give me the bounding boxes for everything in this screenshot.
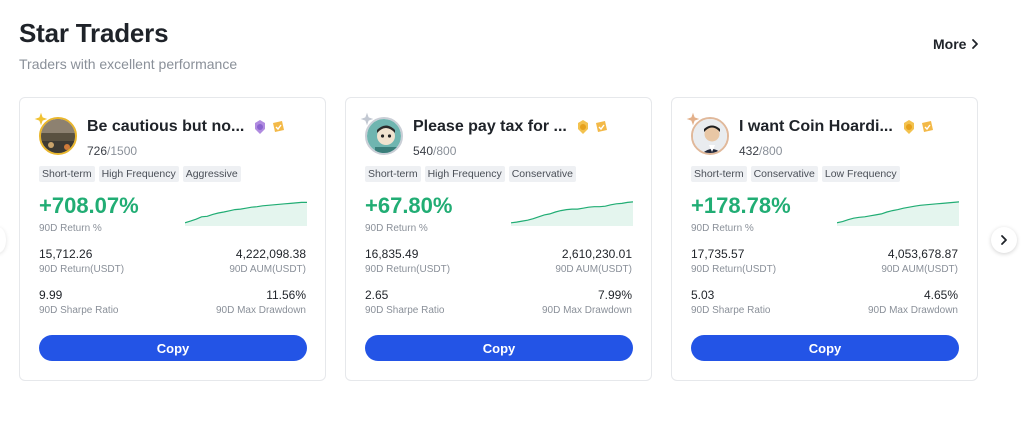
- copy-button[interactable]: Copy: [365, 335, 633, 361]
- star-icon: [685, 111, 701, 127]
- purple-medal-icon: [255, 120, 265, 134]
- follower-count: 726/1500: [87, 144, 137, 158]
- follower-count: 432/800: [739, 144, 782, 158]
- aum-label: 90D AUM(USDT): [881, 264, 958, 275]
- drawdown-label: 90D Max Drawdown: [215, 305, 306, 316]
- followers-current: 540: [413, 144, 434, 158]
- sparkline-area: [511, 201, 633, 226]
- star-icon: [33, 111, 49, 127]
- avatar[interactable]: [685, 111, 731, 157]
- copy-button[interactable]: Copy: [39, 335, 307, 361]
- return-usdt-label: 90D Return(USDT): [365, 264, 451, 275]
- tag-list: Short-term High Frequency Conservative: [365, 166, 576, 182]
- sparkline-chart: [511, 201, 633, 226]
- return-usdt-label: 90D Return(USDT): [39, 264, 125, 275]
- sparkline-chart: [837, 201, 959, 226]
- sparkline-chart: [185, 201, 307, 226]
- tag: Conservative: [508, 166, 576, 182]
- gold-medal-icon: [904, 120, 914, 134]
- gold-badge-icon: [596, 121, 607, 132]
- tag-list: Short-term Conservative Low Frequency: [691, 166, 900, 182]
- avatar[interactable]: [359, 111, 405, 157]
- avatar[interactable]: [33, 111, 79, 157]
- drawdown-value: 7.99%: [597, 288, 632, 302]
- return-percent: +708.07%: [39, 193, 139, 218]
- sharpe-value: 9.99: [39, 288, 63, 302]
- aum-label: 90D AUM(USDT): [555, 264, 632, 275]
- aum-value: 2,610,230.01: [561, 247, 632, 261]
- tag: Short-term: [39, 166, 95, 182]
- trader-card[interactable]: Please pay tax for ... 540/800 Short-ter…: [345, 97, 652, 381]
- return-usdt-label: 90D Return(USDT): [691, 264, 777, 275]
- copy-button[interactable]: Copy: [691, 335, 959, 361]
- sharpe-label: 90D Sharpe Ratio: [365, 305, 445, 316]
- chevron-right-icon: [1001, 235, 1007, 245]
- tag-list: Short-term High Frequency Aggressive: [39, 166, 241, 182]
- gold-badge-icon: [922, 121, 933, 132]
- tag: Conservative: [750, 166, 818, 182]
- sparkline-area: [837, 201, 959, 226]
- drawdown-label: 90D Max Drawdown: [867, 305, 958, 316]
- aum-value: 4,222,098.38: [235, 247, 306, 261]
- followers-max: /800: [759, 144, 783, 158]
- section-title: Star Traders: [19, 18, 169, 48]
- tag: Low Frequency: [821, 166, 900, 182]
- sharpe-value: 5.03: [691, 288, 715, 302]
- follower-count: 540/800: [413, 144, 456, 158]
- sharpe-label: 90D Sharpe Ratio: [39, 305, 119, 316]
- trader-name[interactable]: Please pay tax for ...: [413, 118, 567, 136]
- next-button[interactable]: [991, 227, 1017, 253]
- return-usdt-value: 17,735.57: [691, 247, 745, 261]
- tag: High Frequency: [424, 166, 505, 182]
- drawdown-value: 4.65%: [923, 288, 958, 302]
- followers-current: 726: [87, 144, 108, 158]
- aum-value: 4,053,678.87: [887, 247, 958, 261]
- chevron-right-icon: [972, 39, 979, 49]
- more-link[interactable]: More: [933, 36, 980, 52]
- tag: Aggressive: [182, 166, 241, 182]
- sharpe-label: 90D Sharpe Ratio: [691, 305, 771, 316]
- gold-medal-icon: [578, 120, 588, 134]
- trader-name[interactable]: Be cautious but no...: [87, 118, 244, 136]
- star-icon: [359, 111, 375, 127]
- return-usdt-value: 16,835.49: [365, 247, 419, 261]
- tag: Short-term: [691, 166, 747, 182]
- drawdown-label: 90D Max Drawdown: [541, 305, 632, 316]
- return-percent-label: 90D Return %: [39, 223, 102, 234]
- followers-max: /800: [433, 144, 457, 158]
- trader-name[interactable]: I want Coin Hoardi...: [739, 118, 893, 136]
- trader-card[interactable]: I want Coin Hoardi... 432/800 Short-term…: [671, 97, 978, 381]
- return-percent-label: 90D Return %: [691, 223, 754, 234]
- tag: High Frequency: [98, 166, 179, 182]
- drawdown-value: 11.56%: [266, 288, 306, 302]
- return-percent-label: 90D Return %: [365, 223, 428, 234]
- return-usdt-value: 15,712.26: [39, 247, 93, 261]
- followers-current: 432: [739, 144, 760, 158]
- gold-badge-icon: [273, 121, 284, 132]
- trader-card[interactable]: Be cautious but no... 726/1500 Short-ter…: [19, 97, 326, 381]
- return-percent: +178.78%: [691, 193, 791, 218]
- sharpe-value: 2.65: [365, 288, 389, 302]
- section-subtitle: Traders with excellent performance: [19, 56, 238, 72]
- aum-label: 90D AUM(USDT): [229, 264, 306, 275]
- prev-button[interactable]: [0, 227, 6, 253]
- sparkline-area: [185, 202, 307, 226]
- more-label: More: [933, 36, 967, 52]
- followers-max: /1500: [107, 144, 138, 158]
- return-percent: +67.80%: [365, 193, 453, 218]
- tag: Short-term: [365, 166, 421, 182]
